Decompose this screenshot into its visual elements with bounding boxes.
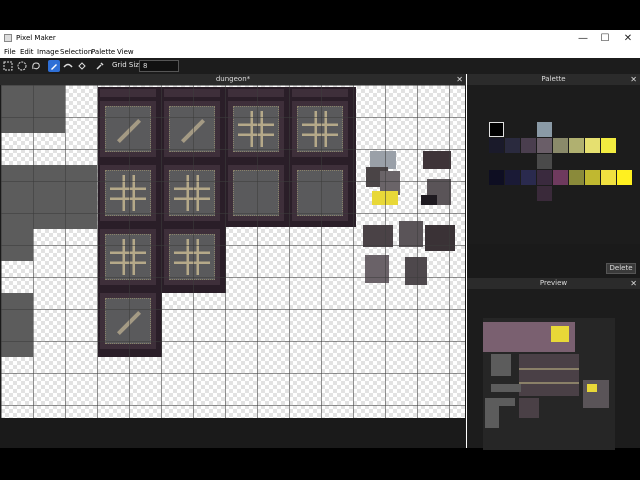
toolbar: Grid Size xyxy=(0,58,640,74)
palette-swatch[interactable] xyxy=(521,138,536,153)
canvas-tab[interactable]: dungeon* ✕ xyxy=(0,74,466,85)
palette-swatch[interactable] xyxy=(537,186,552,201)
tile xyxy=(226,87,286,99)
ellipse-select-icon[interactable] xyxy=(16,60,28,72)
tile-plain xyxy=(290,163,350,223)
menu-selection[interactable]: Selection xyxy=(60,48,92,56)
fill-icon[interactable] xyxy=(62,60,74,72)
menu-palette[interactable]: Palette xyxy=(91,48,115,56)
window-title: Pixel Maker xyxy=(16,34,56,42)
palette-swatch[interactable] xyxy=(537,170,552,185)
palette-panel: Palette ✕ xyxy=(467,74,640,244)
preview-close-icon[interactable]: ✕ xyxy=(630,278,637,289)
tile-grate xyxy=(98,227,158,287)
tile-grate xyxy=(290,99,350,159)
palette-swatch[interactable] xyxy=(537,122,552,137)
preview-panel: Preview ✕ xyxy=(467,278,640,450)
wall-block xyxy=(1,293,33,357)
palette-swatch[interactable] xyxy=(601,170,616,185)
palette-swatch[interactable] xyxy=(601,138,616,153)
menu-edit[interactable]: Edit xyxy=(20,48,34,56)
palette-swatch[interactable] xyxy=(489,122,504,137)
app-window: Pixel Maker — ☐ ✕ File Edit Image Select… xyxy=(0,30,640,450)
eyedropper-icon[interactable] xyxy=(94,60,106,72)
tile-diagonal xyxy=(98,99,158,159)
menu-file[interactable]: File xyxy=(4,48,16,56)
preview-title: Preview xyxy=(539,279,568,287)
menu-image[interactable]: Image xyxy=(37,48,59,56)
wall-block xyxy=(1,85,65,133)
palette-swatch[interactable] xyxy=(505,170,520,185)
tile-grate xyxy=(162,227,222,287)
right-sidebar: Palette ✕ Delete Preview ✕ xyxy=(467,74,640,450)
palette-swatch[interactable] xyxy=(521,170,536,185)
palette-swatch[interactable] xyxy=(553,170,568,185)
palette-swatch[interactable] xyxy=(489,138,504,153)
preview-header: Preview ✕ xyxy=(467,278,640,289)
palette-close-icon[interactable]: ✕ xyxy=(630,74,637,85)
canvas-panel: dungeon* ✕ xyxy=(0,74,466,448)
delete-button[interactable]: Delete xyxy=(606,263,636,274)
menu-view[interactable]: View xyxy=(117,48,134,56)
close-button[interactable]: ✕ xyxy=(617,32,639,45)
drawing-canvas[interactable] xyxy=(1,85,465,418)
app-icon xyxy=(4,34,12,42)
wall-block xyxy=(1,229,33,261)
palette-title: Palette xyxy=(541,75,566,83)
wall-block xyxy=(1,165,97,229)
palette-swatch[interactable] xyxy=(585,138,600,153)
pencil-icon[interactable] xyxy=(48,60,60,72)
palette-swatch[interactable] xyxy=(569,138,584,153)
tile-plain xyxy=(226,163,286,223)
tile xyxy=(98,87,158,99)
preview-canvas xyxy=(483,318,615,450)
palette-swatch[interactable] xyxy=(489,170,504,185)
bucket-icon[interactable] xyxy=(76,60,88,72)
tile-grate xyxy=(162,163,222,223)
title-bar: Pixel Maker — ☐ ✕ xyxy=(0,30,640,47)
tile-diagonal xyxy=(162,99,222,159)
tile-grate xyxy=(98,163,158,223)
minimize-button[interactable]: — xyxy=(572,32,594,45)
rect-select-icon[interactable] xyxy=(2,60,14,72)
lasso-icon[interactable] xyxy=(30,60,42,72)
palette-swatch[interactable] xyxy=(537,138,552,153)
palette-swatch[interactable] xyxy=(569,170,584,185)
tile-grate xyxy=(226,99,286,159)
palette-swatch[interactable] xyxy=(585,170,600,185)
canvas-close-icon[interactable]: ✕ xyxy=(456,74,463,85)
tile xyxy=(162,87,222,99)
canvas-tab-title: dungeon* xyxy=(215,75,251,83)
sprite-fragment xyxy=(421,151,457,217)
menu-bar: File Edit Image Selection Palette View xyxy=(0,47,640,58)
palette-header: Palette ✕ xyxy=(467,74,640,85)
palette-swatch[interactable] xyxy=(553,138,568,153)
sprite-fragment xyxy=(361,221,465,287)
palette-swatch[interactable] xyxy=(505,138,520,153)
grid-size-input[interactable] xyxy=(139,60,179,72)
tile xyxy=(290,87,350,99)
sprite-fragment xyxy=(366,147,402,217)
maximize-button[interactable]: ☐ xyxy=(594,32,616,45)
tile-diagonal xyxy=(98,291,158,351)
palette-swatch[interactable] xyxy=(537,154,552,169)
palette-swatch[interactable] xyxy=(617,170,632,185)
